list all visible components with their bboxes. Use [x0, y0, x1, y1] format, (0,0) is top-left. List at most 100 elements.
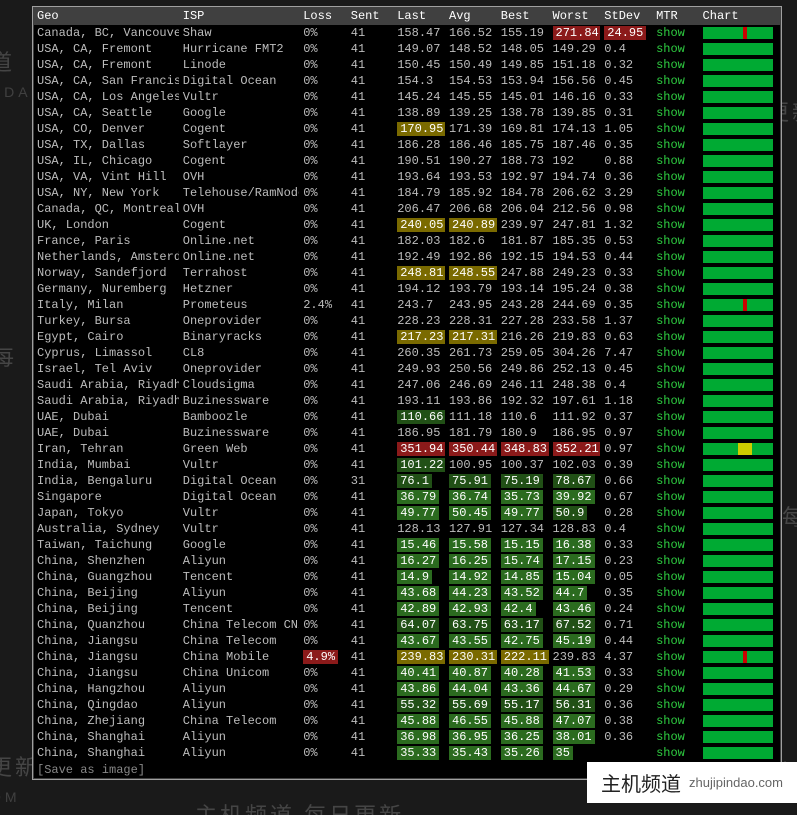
show-mtr-link[interactable]: show [656, 746, 685, 760]
show-mtr-link[interactable]: show [656, 330, 685, 344]
latency-chart-bar [703, 107, 773, 119]
ping-results-table-container: Geo ISP Loss Sent Last Avg Best Worst St… [32, 6, 782, 780]
show-mtr-link[interactable]: show [656, 74, 685, 88]
latency-chart-bar [703, 571, 773, 583]
latency-chart-bar [703, 27, 773, 39]
latency-chart-bar [703, 443, 773, 455]
show-mtr-link[interactable]: show [656, 234, 685, 248]
show-mtr-link[interactable]: show [656, 586, 685, 600]
table-row: USA, CA, FremontHurricane FMT20%41149.07… [33, 41, 781, 57]
col-sent: Sent [347, 7, 393, 25]
latency-chart-bar [703, 395, 773, 407]
table-row: Norway, SandefjordTerrahost0%41248.81248… [33, 265, 781, 281]
table-row: China, JiangsuChina Telecom0%4143.6743.5… [33, 633, 781, 649]
show-mtr-link[interactable]: show [656, 202, 685, 216]
show-mtr-link[interactable]: show [656, 730, 685, 744]
table-row: Turkey, BursaOneprovider0%41228.23228.31… [33, 313, 781, 329]
show-mtr-link[interactable]: show [656, 650, 685, 664]
table-row: China, QuanzhouChina Telecom CN20%4164.0… [33, 617, 781, 633]
show-mtr-link[interactable]: show [656, 154, 685, 168]
show-mtr-link[interactable]: show [656, 570, 685, 584]
latency-chart-bar [703, 267, 773, 279]
latency-chart-bar [703, 379, 773, 391]
latency-chart-bar [703, 667, 773, 679]
show-mtr-link[interactable]: show [656, 138, 685, 152]
show-mtr-link[interactable]: show [656, 602, 685, 616]
table-row: China, ShanghaiAliyun0%4136.9836.9536.25… [33, 729, 781, 745]
ping-results-table: Geo ISP Loss Sent Last Avg Best Worst St… [33, 7, 781, 761]
show-mtr-link[interactable]: show [656, 170, 685, 184]
show-mtr-link[interactable]: show [656, 698, 685, 712]
show-mtr-link[interactable]: show [656, 378, 685, 392]
show-mtr-link[interactable]: show [656, 346, 685, 360]
latency-chart-bar [703, 555, 773, 567]
show-mtr-link[interactable]: show [656, 90, 685, 104]
show-mtr-link[interactable]: show [656, 426, 685, 440]
table-row: Germany, NurembergHetzner0%41194.12193.7… [33, 281, 781, 297]
show-mtr-link[interactable]: show [656, 634, 685, 648]
show-mtr-link[interactable]: show [656, 314, 685, 328]
table-row: India, MumbaiVultr0%41101.22100.95100.37… [33, 457, 781, 473]
latency-chart-bar [703, 411, 773, 423]
site-badge: 主机频道 zhujipindao.com [587, 762, 797, 803]
table-row: Japan, TokyoVultr0%4149.7750.4549.7750.9… [33, 505, 781, 521]
latency-chart-bar [703, 523, 773, 535]
show-mtr-link[interactable]: show [656, 58, 685, 72]
show-mtr-link[interactable]: show [656, 26, 685, 40]
table-row: China, ZhejiangChina Telecom0%4145.8846.… [33, 713, 781, 729]
show-mtr-link[interactable]: show [656, 410, 685, 424]
table-row: Egypt, CairoBinaryracks0%41217.23217.312… [33, 329, 781, 345]
show-mtr-link[interactable]: show [656, 122, 685, 136]
latency-chart-bar [703, 683, 773, 695]
show-mtr-link[interactable]: show [656, 554, 685, 568]
show-mtr-link[interactable]: show [656, 666, 685, 680]
col-mtr: MTR [652, 7, 698, 25]
table-row: China, QingdaoAliyun0%4155.3255.6955.175… [33, 697, 781, 713]
latency-chart-bar [703, 635, 773, 647]
show-mtr-link[interactable]: show [656, 442, 685, 456]
show-mtr-link[interactable]: show [656, 682, 685, 696]
show-mtr-link[interactable]: show [656, 394, 685, 408]
table-row: Iran, TehranGreen Web0%41351.94350.44348… [33, 441, 781, 457]
show-mtr-link[interactable]: show [656, 618, 685, 632]
latency-chart-bar [703, 59, 773, 71]
col-best: Best [497, 7, 549, 25]
show-mtr-link[interactable]: show [656, 42, 685, 56]
show-mtr-link[interactable]: show [656, 474, 685, 488]
latency-chart-bar [703, 219, 773, 231]
show-mtr-link[interactable]: show [656, 714, 685, 728]
table-row: Italy, MilanPrometeus2.4%41243.7243.9524… [33, 297, 781, 313]
show-mtr-link[interactable]: show [656, 106, 685, 120]
table-row: China, JiangsuChina Mobile4.9%41239.8323… [33, 649, 781, 665]
table-row: USA, CO, DenverCogent0%41170.95171.39169… [33, 121, 781, 137]
show-mtr-link[interactable]: show [656, 266, 685, 280]
latency-chart-bar [703, 731, 773, 743]
latency-chart-bar [703, 43, 773, 55]
show-mtr-link[interactable]: show [656, 458, 685, 472]
table-row: SingaporeDigital Ocean0%4136.7936.7435.7… [33, 489, 781, 505]
table-header-row: Geo ISP Loss Sent Last Avg Best Worst St… [33, 7, 781, 25]
latency-chart-bar [703, 187, 773, 199]
col-chart: Chart [699, 7, 781, 25]
latency-chart-bar [703, 203, 773, 215]
show-mtr-link[interactable]: show [656, 538, 685, 552]
show-mtr-link[interactable]: show [656, 506, 685, 520]
show-mtr-link[interactable]: show [656, 522, 685, 536]
table-row: Taiwan, TaichungGoogle0%4115.4615.5815.1… [33, 537, 781, 553]
show-mtr-link[interactable]: show [656, 298, 685, 312]
table-row: UAE, DubaiBuzinessware0%41186.95181.7918… [33, 425, 781, 441]
show-mtr-link[interactable]: show [656, 282, 685, 296]
table-row: USA, NY, New YorkTelehouse/RamNode0%4118… [33, 185, 781, 201]
show-mtr-link[interactable]: show [656, 218, 685, 232]
latency-chart-bar [703, 347, 773, 359]
col-avg: Avg [445, 7, 497, 25]
show-mtr-link[interactable]: show [656, 362, 685, 376]
table-row: USA, CA, Los AngelesVultr0%41145.24145.5… [33, 89, 781, 105]
table-row: USA, CA, FremontLinode0%41150.45150.4914… [33, 57, 781, 73]
show-mtr-link[interactable]: show [656, 490, 685, 504]
show-mtr-link[interactable]: show [656, 250, 685, 264]
latency-chart-bar [703, 251, 773, 263]
show-mtr-link[interactable]: show [656, 186, 685, 200]
latency-chart-bar [703, 315, 773, 327]
table-row: Cyprus, LimassolCL80%41260.35261.73259.0… [33, 345, 781, 361]
